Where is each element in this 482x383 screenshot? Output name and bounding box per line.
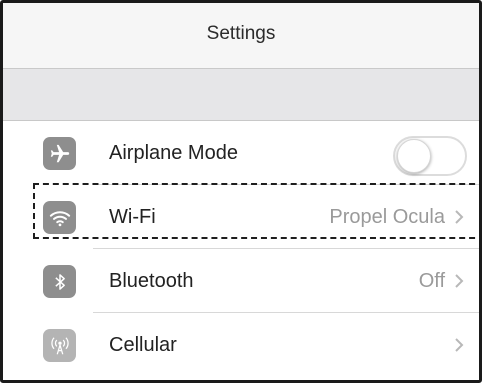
page-title: Settings: [206, 23, 276, 44]
settings-screen: Settings Airplane Mode Wi-Fi Propel Ocul…: [0, 0, 482, 383]
section-spacer: [3, 69, 479, 121]
settings-row-bluetooth[interactable]: Bluetooth Off: [3, 249, 479, 313]
wifi-network-name: Propel Ocula: [329, 206, 445, 228]
wifi-icon: [43, 201, 76, 234]
cellular-icon: [43, 329, 76, 362]
chevron-right-icon: [455, 210, 464, 224]
navigation-bar: Settings: [3, 3, 479, 69]
airplane-mode-label: Airplane Mode: [109, 142, 238, 164]
airplane-icon: [43, 137, 76, 170]
settings-row-airplane-mode: Airplane Mode: [3, 121, 479, 185]
bluetooth-label: Bluetooth: [109, 270, 194, 292]
settings-row-cellular[interactable]: Cellular: [3, 313, 479, 377]
wifi-label: Wi-Fi: [109, 206, 156, 228]
airplane-mode-toggle[interactable]: [393, 136, 467, 176]
chevron-right-icon: [455, 338, 464, 352]
chevron-right-icon: [455, 274, 464, 288]
cellular-label: Cellular: [109, 334, 177, 356]
toggle-knob: [397, 139, 431, 173]
bluetooth-status: Off: [418, 270, 445, 292]
bluetooth-icon: [43, 265, 76, 298]
settings-row-wifi[interactable]: Wi-Fi Propel Ocula: [3, 185, 479, 249]
settings-list: Airplane Mode Wi-Fi Propel Ocula Bluetoo…: [3, 121, 479, 380]
